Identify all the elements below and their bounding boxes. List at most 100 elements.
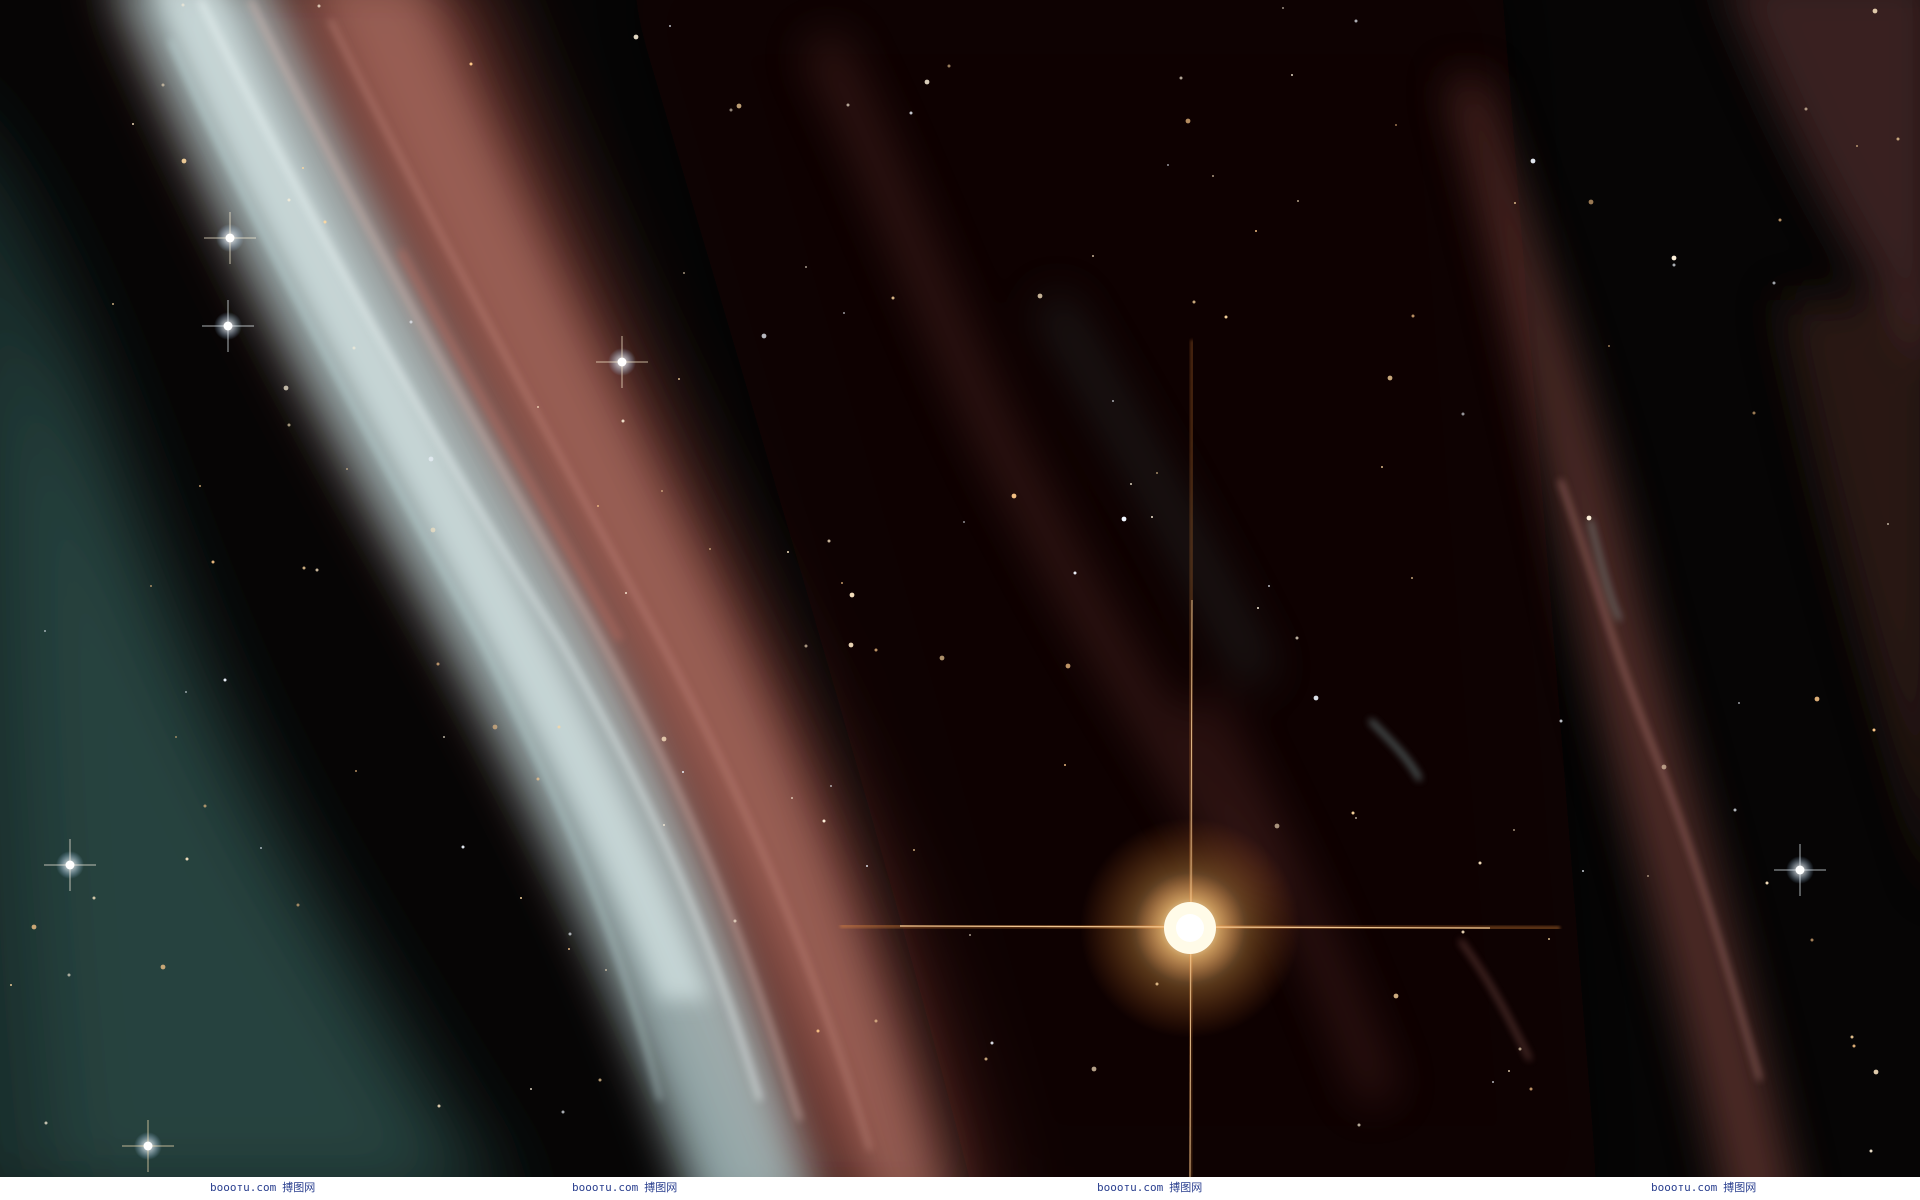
star xyxy=(804,644,808,648)
star xyxy=(1752,411,1756,415)
star xyxy=(160,964,166,970)
star xyxy=(323,220,327,224)
star xyxy=(621,419,625,423)
star xyxy=(1355,817,1357,819)
star xyxy=(430,527,436,533)
star xyxy=(1037,293,1043,299)
star xyxy=(150,585,152,587)
star xyxy=(1548,938,1550,940)
star xyxy=(1065,663,1071,669)
star xyxy=(1559,719,1563,723)
star xyxy=(924,79,930,85)
star xyxy=(984,1057,988,1061)
star xyxy=(530,1088,532,1090)
star xyxy=(1357,1123,1361,1127)
star xyxy=(557,725,561,729)
star xyxy=(846,103,850,107)
star xyxy=(661,736,667,742)
star xyxy=(302,167,304,169)
star xyxy=(1508,1070,1510,1072)
star xyxy=(597,505,599,507)
star xyxy=(185,857,189,861)
star xyxy=(939,655,945,661)
star xyxy=(296,903,300,907)
star xyxy=(437,1104,441,1108)
star xyxy=(822,819,826,823)
star xyxy=(287,198,291,202)
star xyxy=(1582,870,1584,872)
star xyxy=(181,3,185,7)
star xyxy=(1869,1149,1873,1153)
star xyxy=(317,4,321,8)
star xyxy=(969,934,971,936)
star xyxy=(1492,1081,1494,1083)
star xyxy=(10,984,12,986)
star xyxy=(1778,218,1782,222)
star xyxy=(947,64,951,68)
star xyxy=(112,303,114,305)
star xyxy=(678,378,680,380)
star xyxy=(1257,607,1259,609)
star xyxy=(1850,1035,1854,1039)
star xyxy=(1896,137,1900,141)
star xyxy=(1671,255,1677,261)
star xyxy=(199,485,201,487)
star xyxy=(203,804,207,808)
star xyxy=(1212,175,1214,177)
star xyxy=(568,948,570,950)
star xyxy=(1608,345,1610,347)
star xyxy=(1814,696,1820,702)
star xyxy=(1738,702,1740,704)
watermark-text: booотu.com 搏图网 xyxy=(572,1181,678,1194)
star xyxy=(625,592,627,594)
star xyxy=(1167,164,1169,166)
star xyxy=(1155,982,1159,986)
star xyxy=(1112,400,1114,402)
star xyxy=(302,566,306,570)
star xyxy=(1529,1087,1533,1091)
star xyxy=(841,582,843,584)
star xyxy=(283,385,289,391)
star xyxy=(1856,145,1858,147)
star xyxy=(787,551,789,553)
star xyxy=(1274,823,1280,829)
star xyxy=(1661,764,1667,770)
star xyxy=(287,423,291,427)
star xyxy=(1295,636,1299,640)
star xyxy=(1872,728,1876,732)
star xyxy=(816,1029,820,1033)
star xyxy=(848,642,854,648)
star xyxy=(963,521,965,523)
star xyxy=(1647,875,1649,877)
star xyxy=(1461,930,1465,934)
star xyxy=(1313,695,1319,701)
star xyxy=(469,62,473,66)
star xyxy=(729,108,733,112)
star xyxy=(874,648,878,652)
star xyxy=(605,969,607,971)
star xyxy=(1872,8,1878,14)
star xyxy=(1772,281,1776,285)
watermark-text: booотu.com 搏图网 xyxy=(1097,1181,1203,1194)
star xyxy=(428,456,434,462)
star xyxy=(1387,375,1393,381)
star xyxy=(561,1110,565,1114)
star xyxy=(709,548,711,550)
star xyxy=(1224,315,1228,319)
star xyxy=(805,266,807,268)
star xyxy=(1393,993,1399,999)
star xyxy=(31,924,37,930)
star xyxy=(1804,107,1808,111)
star xyxy=(44,1121,48,1125)
star xyxy=(736,103,742,109)
star xyxy=(1351,811,1355,815)
star xyxy=(161,83,165,87)
star xyxy=(1411,314,1415,318)
star xyxy=(492,724,498,730)
star xyxy=(1513,829,1515,831)
star xyxy=(185,691,187,693)
star xyxy=(1151,516,1153,518)
star xyxy=(1092,255,1094,257)
star xyxy=(1395,124,1397,126)
star xyxy=(866,865,868,867)
